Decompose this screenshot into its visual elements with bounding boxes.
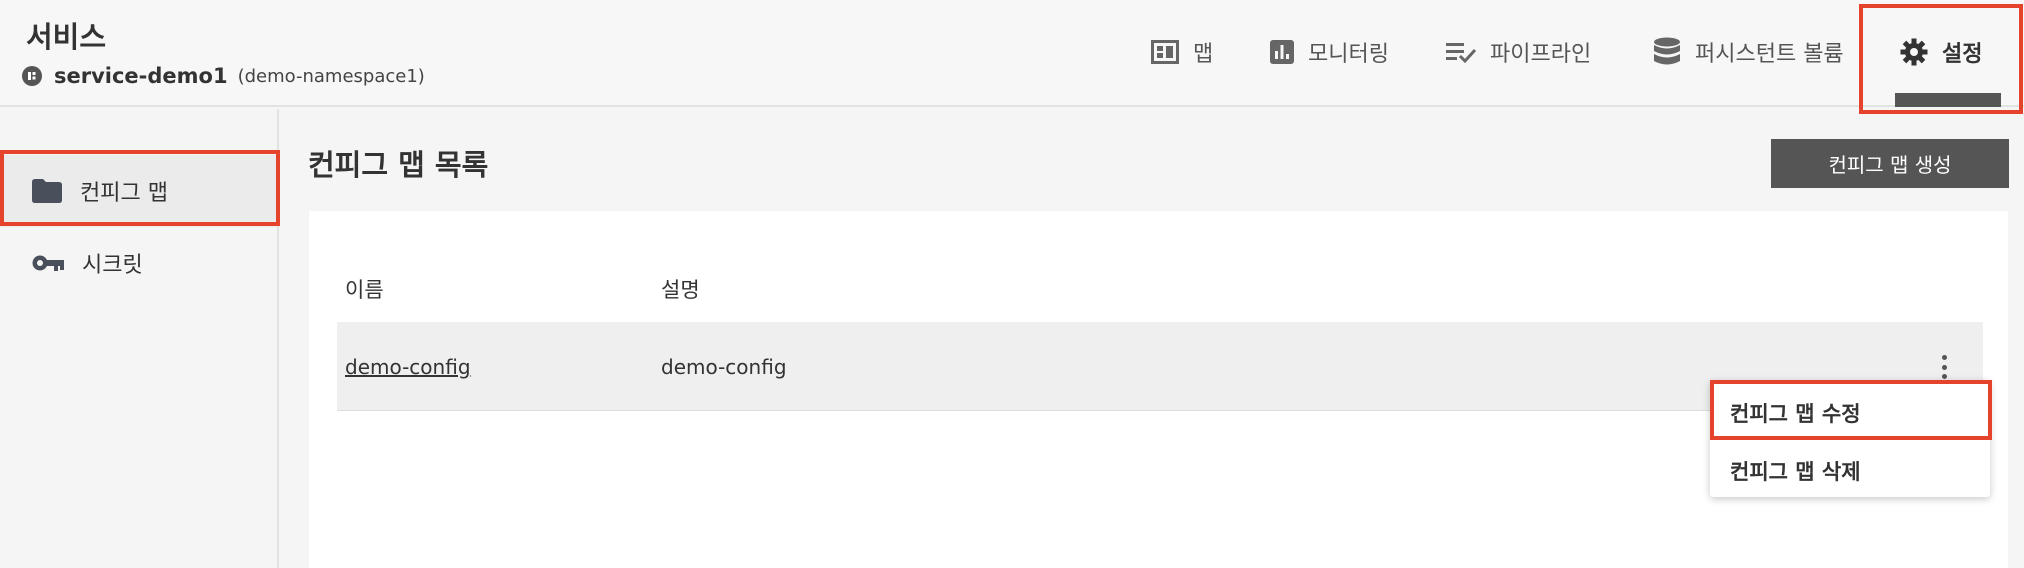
- database-icon: [1653, 37, 1681, 67]
- service-icon: [22, 66, 42, 86]
- section-label: 서비스: [26, 20, 107, 54]
- tab-label: 설정: [1942, 42, 1983, 67]
- key-icon: [32, 253, 64, 273]
- page-title: 컨피그 맵 목록: [308, 148, 489, 182]
- service-namespace: (demo-namespace1): [237, 65, 425, 87]
- menu-item-edit-configmap[interactable]: 컨피그 맵 수정: [1730, 398, 1861, 428]
- service-name: service-demo1: [54, 64, 228, 88]
- active-tab-indicator: [1895, 93, 2001, 107]
- column-header-description: 설명: [661, 278, 700, 302]
- tab-settings[interactable]: 설정: [1900, 32, 1982, 72]
- tab-label: 퍼시스턴트 볼륨: [1695, 42, 1844, 67]
- tab-monitoring[interactable]: 모니터링: [1270, 32, 1389, 72]
- tab-label: 파이프라인: [1490, 42, 1592, 67]
- tab-label: 맵: [1193, 42, 1214, 67]
- configmap-name-link[interactable]: demo-config: [345, 355, 471, 379]
- folder-icon: [32, 179, 62, 203]
- sidebar-item-label: 시크릿: [82, 253, 143, 278]
- sidebar-item-secret[interactable]: 시크릿: [0, 227, 277, 299]
- row-action-menu: 컨피그 맵 수정 컨피그 맵 삭제: [1710, 380, 1990, 497]
- pipeline-icon: [1446, 41, 1476, 63]
- column-header-name: 이름: [345, 278, 384, 302]
- tab-map[interactable]: 맵: [1151, 32, 1213, 72]
- sidebar-item-label: 컨피그 맵: [80, 181, 168, 206]
- tab-persistent-volume[interactable]: 퍼시스턴트 볼륨: [1653, 32, 1844, 72]
- monitoring-icon: [1270, 40, 1294, 64]
- tab-pipeline[interactable]: 파이프라인: [1446, 32, 1591, 72]
- gear-icon: [1900, 38, 1928, 66]
- sidebar: 컨피그 맵 시크릿: [0, 109, 279, 568]
- tab-label: 모니터링: [1308, 42, 1389, 67]
- menu-item-delete-configmap[interactable]: 컨피그 맵 삭제: [1730, 456, 1861, 486]
- map-icon: [1151, 40, 1179, 64]
- top-header: 서비스 service-demo1 (demo-namespace1) 맵 모니…: [0, 0, 2024, 107]
- service-info: service-demo1 (demo-namespace1): [22, 64, 425, 88]
- create-configmap-button[interactable]: 컨피그 맵 생성: [1771, 139, 2009, 188]
- configmap-description: demo-config: [661, 355, 787, 379]
- sidebar-item-configmap[interactable]: 컨피그 맵: [0, 155, 277, 227]
- more-options-icon[interactable]: [1939, 355, 1949, 379]
